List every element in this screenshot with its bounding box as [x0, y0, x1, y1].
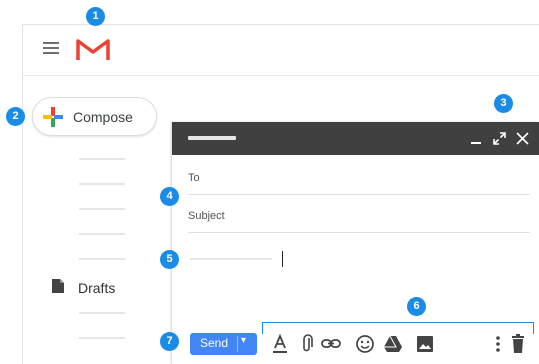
compose-label: Compose [73, 109, 133, 125]
subject-field[interactable]: Subject [188, 210, 225, 222]
drive-icon[interactable] [383, 333, 403, 355]
sidebar-item-placeholder[interactable] [79, 312, 125, 314]
emoji-icon[interactable] [355, 333, 375, 355]
callout-badge-4: 4 [160, 187, 179, 206]
text-cursor [282, 251, 283, 267]
attach-icon[interactable] [297, 333, 317, 355]
more-options-icon[interactable] [488, 333, 508, 355]
sidebar-item-drafts[interactable]: Drafts [78, 280, 115, 296]
minimize-icon[interactable] [470, 133, 482, 145]
callout-badge-1: 1 [86, 7, 105, 26]
close-icon[interactable] [516, 132, 529, 145]
window-title-placeholder [188, 136, 236, 140]
to-field-underline [188, 194, 530, 195]
callout-badge-3: 3 [494, 94, 513, 113]
sidebar-item-placeholder[interactable] [79, 208, 125, 210]
compose-button[interactable]: Compose [32, 97, 157, 136]
sidebar-item-placeholder[interactable] [79, 158, 125, 160]
trash-icon[interactable] [508, 333, 528, 355]
callout-badge-2: 2 [6, 107, 25, 126]
sidebar-item-placeholder[interactable] [79, 337, 125, 339]
to-field[interactable]: To [188, 172, 200, 184]
photo-icon[interactable] [415, 333, 435, 355]
text-format-icon[interactable] [270, 333, 290, 355]
sidebar-item-placeholder[interactable] [79, 233, 125, 235]
compose-window-header[interactable] [172, 122, 539, 155]
sidebar-item-placeholder[interactable] [79, 183, 125, 185]
callout-badge-5: 5 [160, 250, 179, 269]
callout-badge-7: 7 [160, 332, 179, 351]
callout-badge-6: 6 [407, 297, 426, 316]
send-label: Send [200, 336, 229, 350]
header-divider [22, 75, 539, 76]
message-body-placeholder[interactable] [190, 258, 272, 260]
expand-icon[interactable] [493, 132, 506, 145]
hamburger-icon[interactable] [43, 42, 59, 54]
link-icon[interactable] [321, 333, 341, 355]
send-options-icon[interactable]: ▾ [241, 335, 246, 346]
sidebar-item-placeholder[interactable] [79, 258, 125, 260]
send-separator [237, 336, 238, 352]
send-button[interactable]: Send ▾ [190, 333, 257, 355]
document-icon [52, 279, 64, 293]
plus-icon [43, 107, 63, 127]
subject-field-underline [188, 232, 530, 233]
gmail-logo[interactable] [76, 38, 110, 62]
